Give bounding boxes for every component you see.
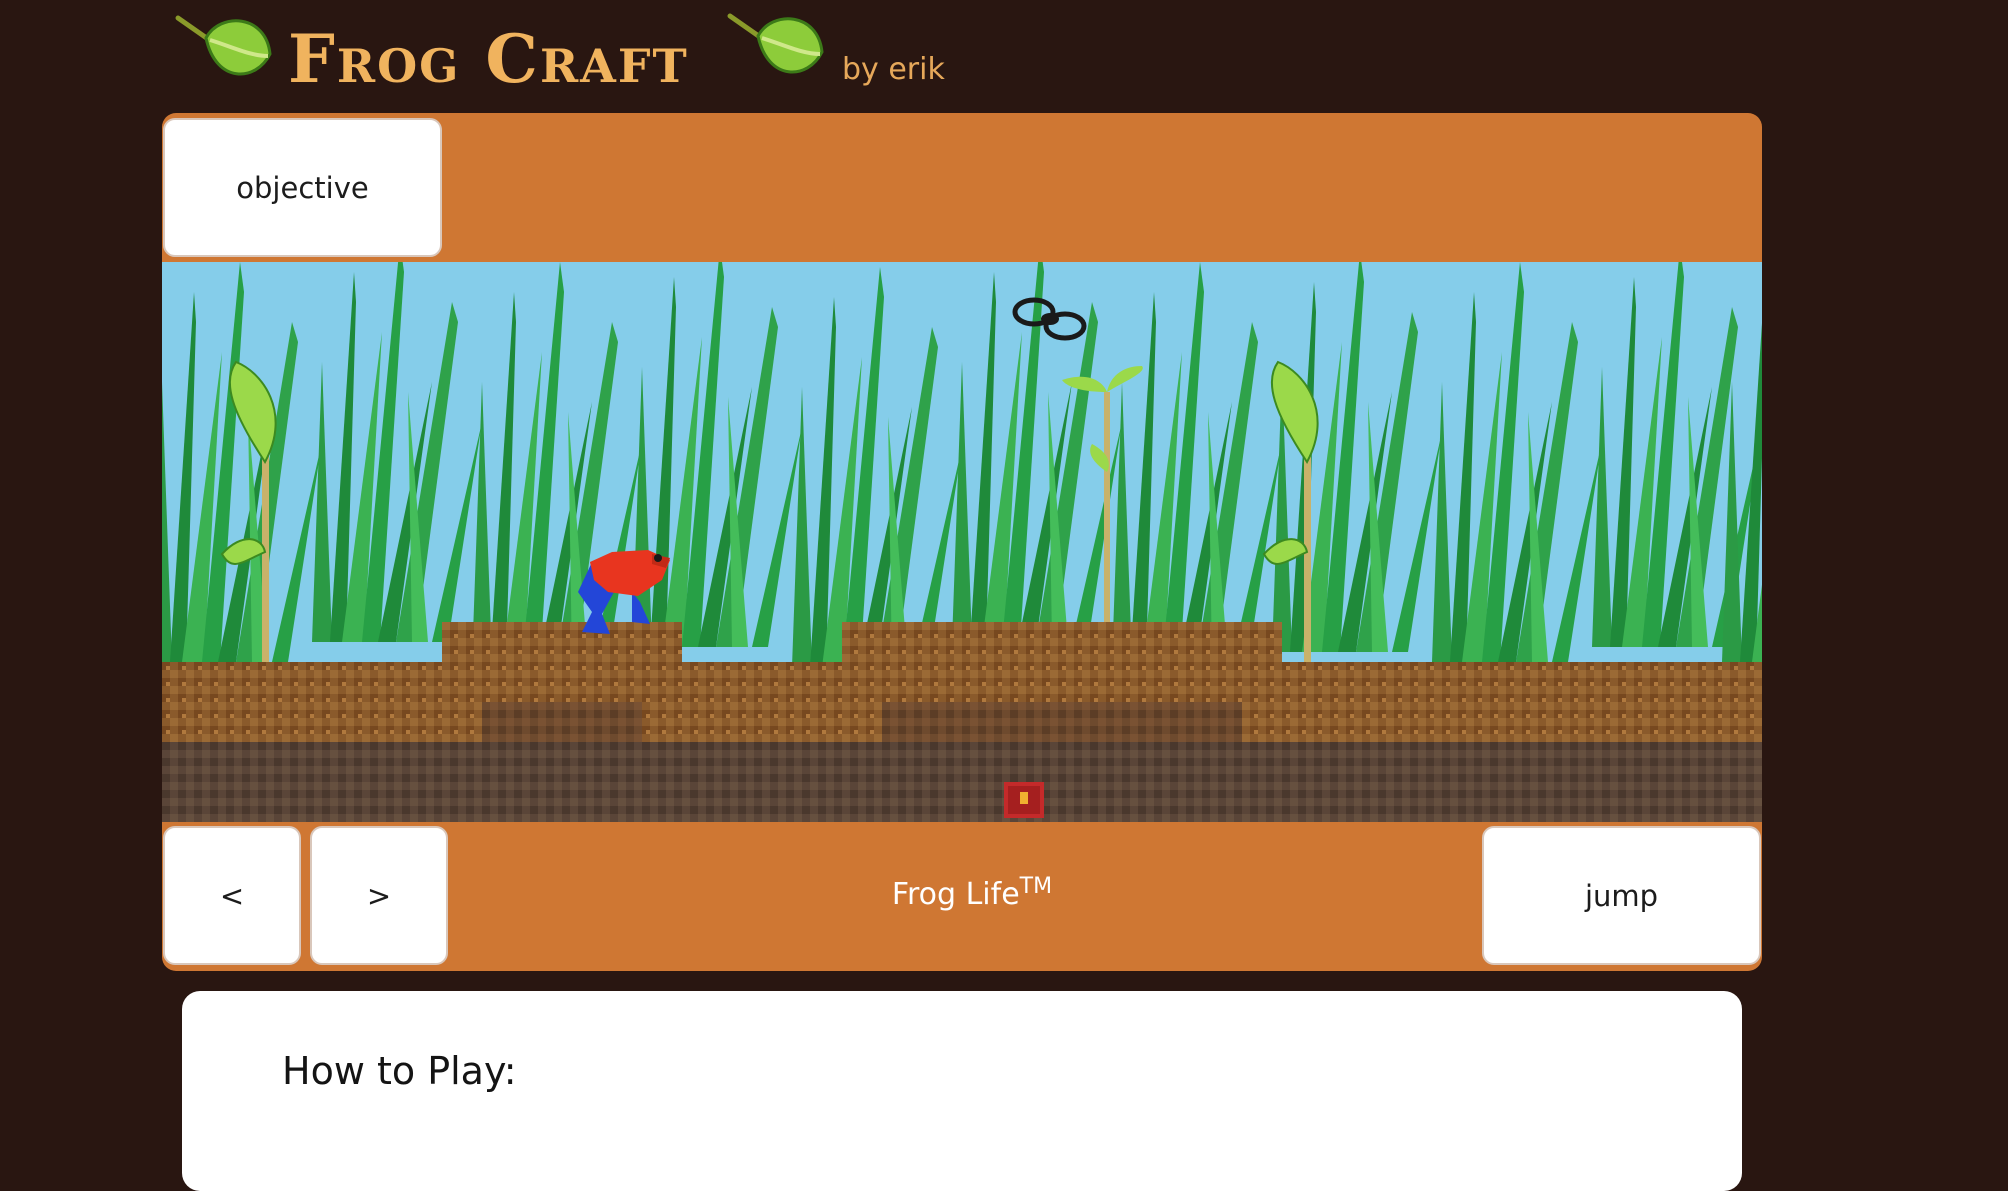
site-header: Frog Craft by erik — [0, 0, 2008, 112]
leaf-icon — [722, 4, 832, 94]
game-top-bar: objective — [162, 113, 1762, 261]
game-canvas[interactable] — [162, 262, 1762, 822]
move-right-button[interactable]: > — [310, 826, 448, 965]
game-frame: objective < > Frog LifeTM jump — [162, 113, 1762, 971]
instructions-heading: How to Play: — [282, 1049, 517, 1093]
author-byline: by erik — [842, 52, 945, 87]
game-status: Frog LifeTM — [722, 874, 1222, 912]
treasure-chest — [1004, 782, 1044, 818]
move-left-button[interactable]: < — [163, 826, 301, 965]
game-status-text: Frog Life — [891, 877, 1020, 912]
objective-button[interactable]: objective — [163, 118, 442, 257]
dirt-platform — [842, 622, 1282, 662]
jump-button[interactable]: jump — [1482, 826, 1761, 965]
sapling — [1262, 360, 1319, 662]
trademark-mark: TM — [1019, 874, 1053, 899]
fly — [1012, 297, 1087, 341]
site-title: Frog Craft — [288, 20, 689, 98]
instructions-panel: How to Play: — [182, 991, 1742, 1191]
dirt-platform — [442, 622, 682, 662]
game-control-bar: < > Frog LifeTM jump — [162, 822, 1762, 971]
leaf-icon — [170, 6, 280, 96]
